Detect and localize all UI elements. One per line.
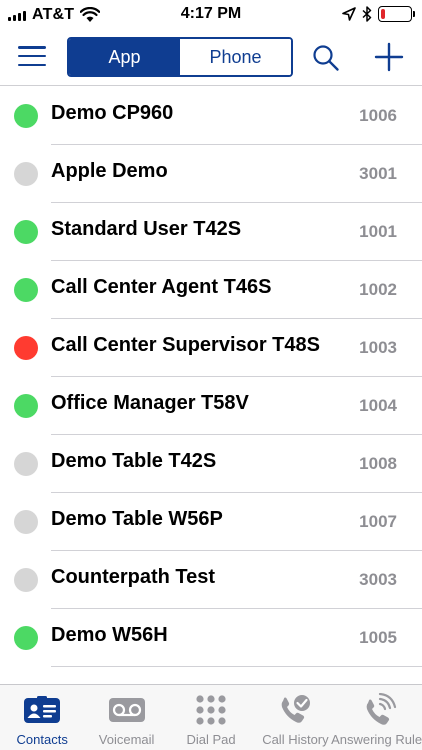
voicemail-icon	[107, 693, 147, 727]
contact-list: Demo CP960 1006 Apple Demo 3001 Standard…	[0, 87, 422, 684]
tab-label: Answering Rules	[331, 732, 422, 747]
contact-row[interactable]: Demo W56H 1005	[0, 609, 422, 667]
presence-indicator	[14, 510, 38, 534]
contact-extension: 1005	[359, 628, 397, 647]
search-icon[interactable]	[311, 43, 341, 73]
tab-bar: Contacts Voicemail Dial Pad Call History…	[0, 684, 422, 750]
contact-extension: 1007	[359, 512, 397, 531]
contact-name: Demo W56H	[51, 624, 168, 646]
presence-indicator	[14, 162, 38, 186]
tab-label: Dial Pad	[186, 732, 236, 747]
presence-indicator	[14, 626, 38, 650]
contact-name: Standard User T42S	[51, 218, 242, 240]
contact-row[interactable]: Counterpath Test 3003	[0, 551, 422, 609]
contact-extension: 3001	[359, 164, 397, 183]
contact-name: Demo CP960	[51, 102, 174, 124]
bluetooth-icon	[362, 6, 372, 22]
menu-icon[interactable]	[18, 44, 46, 68]
contacts-card-icon	[22, 693, 62, 727]
contact-name: Demo Table W56P	[51, 508, 223, 530]
tab-label: Contacts	[16, 732, 68, 747]
contact-row[interactable]: Office Manager T58V 1004	[0, 377, 422, 435]
contact-row-partial[interactable]	[0, 667, 422, 684]
tab-answering-rules[interactable]: Answering Rules	[331, 685, 422, 750]
contact-name: Apple Demo	[51, 160, 168, 182]
segment-app[interactable]: App	[69, 39, 180, 75]
status-right	[342, 6, 415, 22]
status-bar: AT&T 4:17 PM	[0, 0, 422, 30]
dialpad-icon	[191, 693, 231, 727]
contact-name: Counterpath Test	[51, 566, 216, 588]
navigation-bar: App Phone	[0, 30, 422, 86]
tab-label: Call History	[262, 732, 329, 747]
contact-extension: 1004	[359, 396, 397, 415]
presence-indicator	[14, 220, 38, 244]
contact-extension: 1008	[359, 454, 397, 473]
tab-label: Voicemail	[98, 732, 155, 747]
presence-indicator	[14, 394, 38, 418]
contact-row[interactable]: Call Center Supervisor T48S 1003	[0, 319, 422, 377]
contact-extension: 1003	[359, 338, 397, 357]
contact-row[interactable]: Apple Demo 3001	[0, 145, 422, 203]
tab-contacts[interactable]: Contacts	[0, 685, 84, 750]
presence-indicator	[14, 278, 38, 302]
plus-icon[interactable]	[374, 42, 404, 72]
contact-extension: 1006	[359, 106, 397, 125]
call-history-icon	[275, 693, 315, 727]
presence-indicator	[14, 452, 38, 476]
contact-row[interactable]: Demo Table T42S 1008	[0, 435, 422, 493]
app-phone-segmented-control: App Phone	[67, 37, 293, 77]
contact-row[interactable]: Demo CP960 1006	[0, 87, 422, 145]
contact-row[interactable]: Standard User T42S 1001	[0, 203, 422, 261]
contact-row[interactable]: Call Center Agent T46S 1002	[0, 261, 422, 319]
segment-phone[interactable]: Phone	[180, 39, 291, 75]
contact-name: Demo Table T42S	[51, 450, 217, 472]
presence-indicator	[14, 568, 38, 592]
answering-rules-icon	[360, 693, 400, 727]
contact-row[interactable]: Demo Table W56P 1007	[0, 493, 422, 551]
contact-name: Call Center Supervisor T48S	[51, 334, 320, 356]
tab-voicemail[interactable]: Voicemail	[84, 685, 168, 750]
tab-dial-pad[interactable]: Dial Pad	[169, 685, 253, 750]
contact-extension: 3003	[359, 570, 397, 589]
tab-call-history[interactable]: Call History	[253, 685, 337, 750]
location-arrow-icon	[342, 7, 356, 21]
presence-indicator	[14, 336, 38, 360]
battery-icon	[378, 6, 415, 22]
presence-indicator	[14, 104, 38, 128]
contact-extension: 1002	[359, 280, 397, 299]
contact-name: Office Manager T58V	[51, 392, 249, 414]
contact-name: Call Center Agent T46S	[51, 276, 272, 298]
contact-extension: 1001	[359, 222, 397, 241]
